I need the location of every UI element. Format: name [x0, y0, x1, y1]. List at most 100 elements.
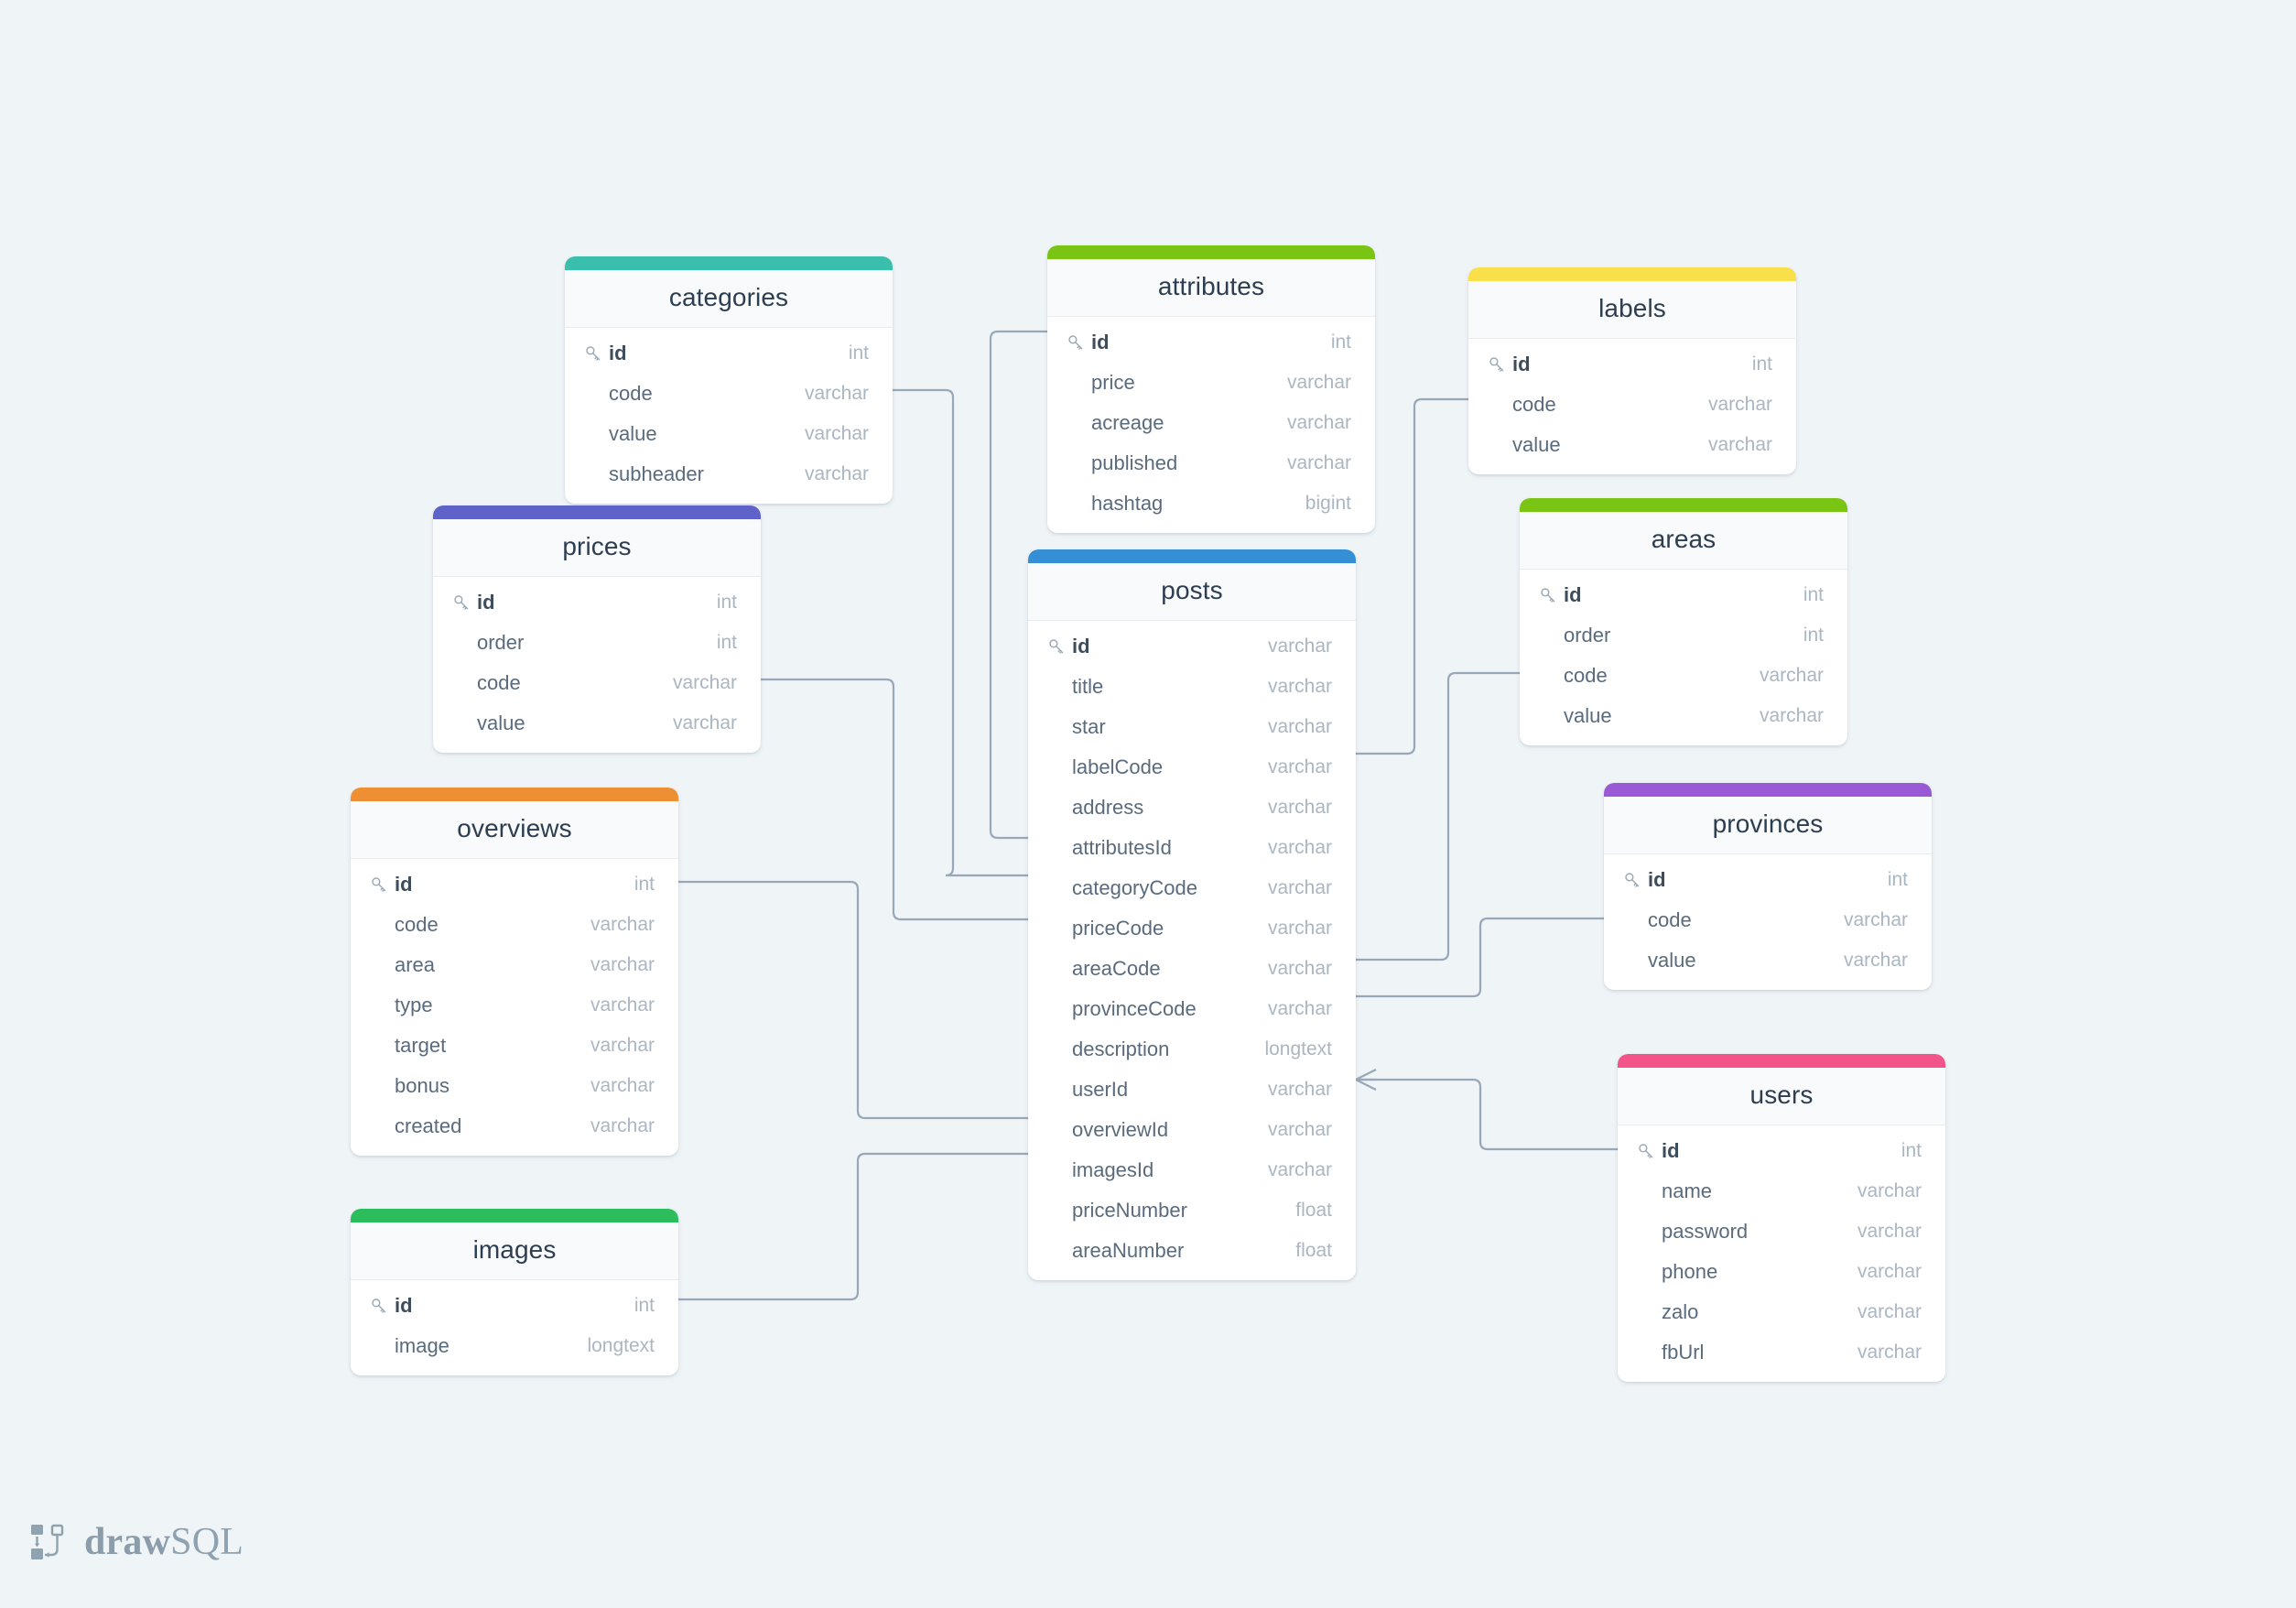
- table-header[interactable]: images: [351, 1222, 678, 1280]
- table-card-images[interactable]: images id int image longtext: [351, 1209, 678, 1375]
- column-row[interactable]: code varchar: [1520, 656, 1847, 696]
- column-left: id: [585, 342, 832, 365]
- column-row[interactable]: id varchar: [1028, 626, 1356, 667]
- column-type: bigint: [1305, 493, 1351, 514]
- column-row[interactable]: value varchar: [1520, 696, 1847, 736]
- column-row[interactable]: area varchar: [351, 945, 678, 985]
- column-row[interactable]: created varchar: [351, 1106, 678, 1146]
- column-row[interactable]: image longtext: [351, 1326, 678, 1366]
- column-left: id: [1638, 1139, 1885, 1163]
- table-header[interactable]: attributes: [1047, 259, 1375, 317]
- column-row[interactable]: code varchar: [565, 374, 893, 414]
- column-row[interactable]: code varchar: [433, 663, 761, 703]
- column-row[interactable]: id int: [351, 864, 678, 905]
- table-header[interactable]: overviews: [351, 801, 678, 859]
- column-left: id: [1624, 868, 1871, 892]
- column-left: provinceCode: [1048, 997, 1251, 1021]
- table-card-categories[interactable]: categories id int code varchar value varchar su…: [565, 256, 893, 504]
- table-card-overviews[interactable]: overviews id int code varchar area varchar type…: [351, 788, 678, 1156]
- column-row[interactable]: code varchar: [1604, 900, 1932, 940]
- column-left: type: [371, 994, 574, 1017]
- column-name: code: [1564, 664, 1608, 687]
- column-row[interactable]: zalo varchar: [1618, 1292, 1945, 1332]
- column-row[interactable]: priceNumber float: [1028, 1190, 1356, 1231]
- column-row[interactable]: name varchar: [1618, 1171, 1945, 1211]
- column-row[interactable]: areaCode varchar: [1028, 949, 1356, 989]
- column-row[interactable]: areaNumber float: [1028, 1231, 1356, 1271]
- column-row[interactable]: code varchar: [1468, 385, 1796, 425]
- column-row[interactable]: subheader varchar: [565, 454, 893, 494]
- table-header[interactable]: provinces: [1604, 797, 1932, 854]
- column-row[interactable]: id int: [1468, 344, 1796, 385]
- column-row[interactable]: order int: [433, 623, 761, 663]
- table-header[interactable]: labels: [1468, 281, 1796, 339]
- column-row[interactable]: labelCode varchar: [1028, 747, 1356, 788]
- column-row[interactable]: id int: [1604, 860, 1932, 900]
- table-card-attributes[interactable]: attributes id int price varchar acreage varcha…: [1047, 245, 1375, 533]
- relationship-line[interactable]: [1354, 917, 1606, 998]
- column-row[interactable]: id int: [351, 1286, 678, 1326]
- column-row[interactable]: address varchar: [1028, 788, 1356, 828]
- column-row[interactable]: order int: [1520, 615, 1847, 656]
- table-card-areas[interactable]: areas id int order int code varchar value varcha…: [1520, 498, 1847, 745]
- column-row[interactable]: type varchar: [351, 985, 678, 1026]
- table-header[interactable]: categories: [565, 270, 893, 328]
- column-name: code: [1648, 908, 1692, 931]
- column-name: id: [1512, 353, 1531, 375]
- column-row[interactable]: fbUrl varchar: [1618, 1332, 1945, 1373]
- column-row[interactable]: value varchar: [1604, 940, 1932, 981]
- column-row[interactable]: description longtext: [1028, 1029, 1356, 1070]
- column-row[interactable]: price varchar: [1047, 363, 1375, 403]
- column-row[interactable]: title varchar: [1028, 667, 1356, 707]
- table-header[interactable]: areas: [1520, 512, 1847, 570]
- schema-canvas[interactable]: categories id int code varchar value varchar su…: [0, 0, 2296, 1608]
- relationship-line[interactable]: [891, 388, 1030, 877]
- column-row[interactable]: userId varchar: [1028, 1070, 1356, 1110]
- column-row[interactable]: id int: [565, 333, 893, 374]
- relationship-line[interactable]: [1354, 1078, 1619, 1151]
- column-row[interactable]: hashtag bigint: [1047, 483, 1375, 524]
- column-row[interactable]: value varchar: [1468, 425, 1796, 465]
- table-header[interactable]: posts: [1028, 563, 1356, 621]
- column-row[interactable]: id int: [433, 582, 761, 623]
- table-card-users[interactable]: users id int name varchar password varchar phon…: [1618, 1054, 1945, 1382]
- column-type: varchar: [1267, 636, 1332, 657]
- column-left: id: [453, 591, 700, 614]
- table-header[interactable]: users: [1618, 1068, 1945, 1125]
- column-type: varchar: [590, 994, 655, 1016]
- column-row[interactable]: priceCode varchar: [1028, 908, 1356, 949]
- column-left: created: [371, 1114, 574, 1138]
- table-card-provinces[interactable]: provinces id int code varchar value varchar: [1604, 783, 1932, 990]
- column-row[interactable]: phone varchar: [1618, 1252, 1945, 1292]
- column-row[interactable]: code varchar: [351, 905, 678, 945]
- column-row[interactable]: value varchar: [565, 414, 893, 454]
- column-row[interactable]: id int: [1618, 1131, 1945, 1171]
- column-row[interactable]: id int: [1520, 575, 1847, 615]
- column-row[interactable]: categoryCode varchar: [1028, 868, 1356, 908]
- column-row[interactable]: id int: [1047, 322, 1375, 363]
- table-card-labels[interactable]: labels id int code varchar value varchar: [1468, 267, 1796, 474]
- relationship-line[interactable]: [1354, 671, 1522, 962]
- column-row[interactable]: target varchar: [351, 1026, 678, 1066]
- column-row[interactable]: value varchar: [433, 703, 761, 744]
- column-row[interactable]: star varchar: [1028, 707, 1356, 747]
- column-type: varchar: [590, 914, 655, 935]
- column-row[interactable]: imagesId varchar: [1028, 1150, 1356, 1190]
- column-row[interactable]: overviewId varchar: [1028, 1110, 1356, 1150]
- column-row[interactable]: attributesId varchar: [1028, 828, 1356, 868]
- column-type: int: [1887, 869, 1908, 890]
- column-left: overviewId: [1048, 1118, 1251, 1142]
- relationship-line[interactable]: [759, 678, 1030, 921]
- column-name: value: [609, 422, 657, 445]
- relationship-line[interactable]: [677, 880, 1030, 1120]
- table-header[interactable]: prices: [433, 519, 761, 577]
- column-row[interactable]: acreage varchar: [1047, 403, 1375, 443]
- column-row[interactable]: provinceCode varchar: [1028, 989, 1356, 1029]
- column-row[interactable]: published varchar: [1047, 443, 1375, 483]
- relationship-line[interactable]: [677, 1152, 1030, 1301]
- column-row[interactable]: password varchar: [1618, 1211, 1945, 1252]
- key-icon-slot: [453, 594, 477, 612]
- column-row[interactable]: bonus varchar: [351, 1066, 678, 1106]
- table-card-posts[interactable]: posts id varchar title varchar star varchar lab…: [1028, 549, 1356, 1280]
- table-card-prices[interactable]: prices id int order int code varchar value varch…: [433, 505, 761, 753]
